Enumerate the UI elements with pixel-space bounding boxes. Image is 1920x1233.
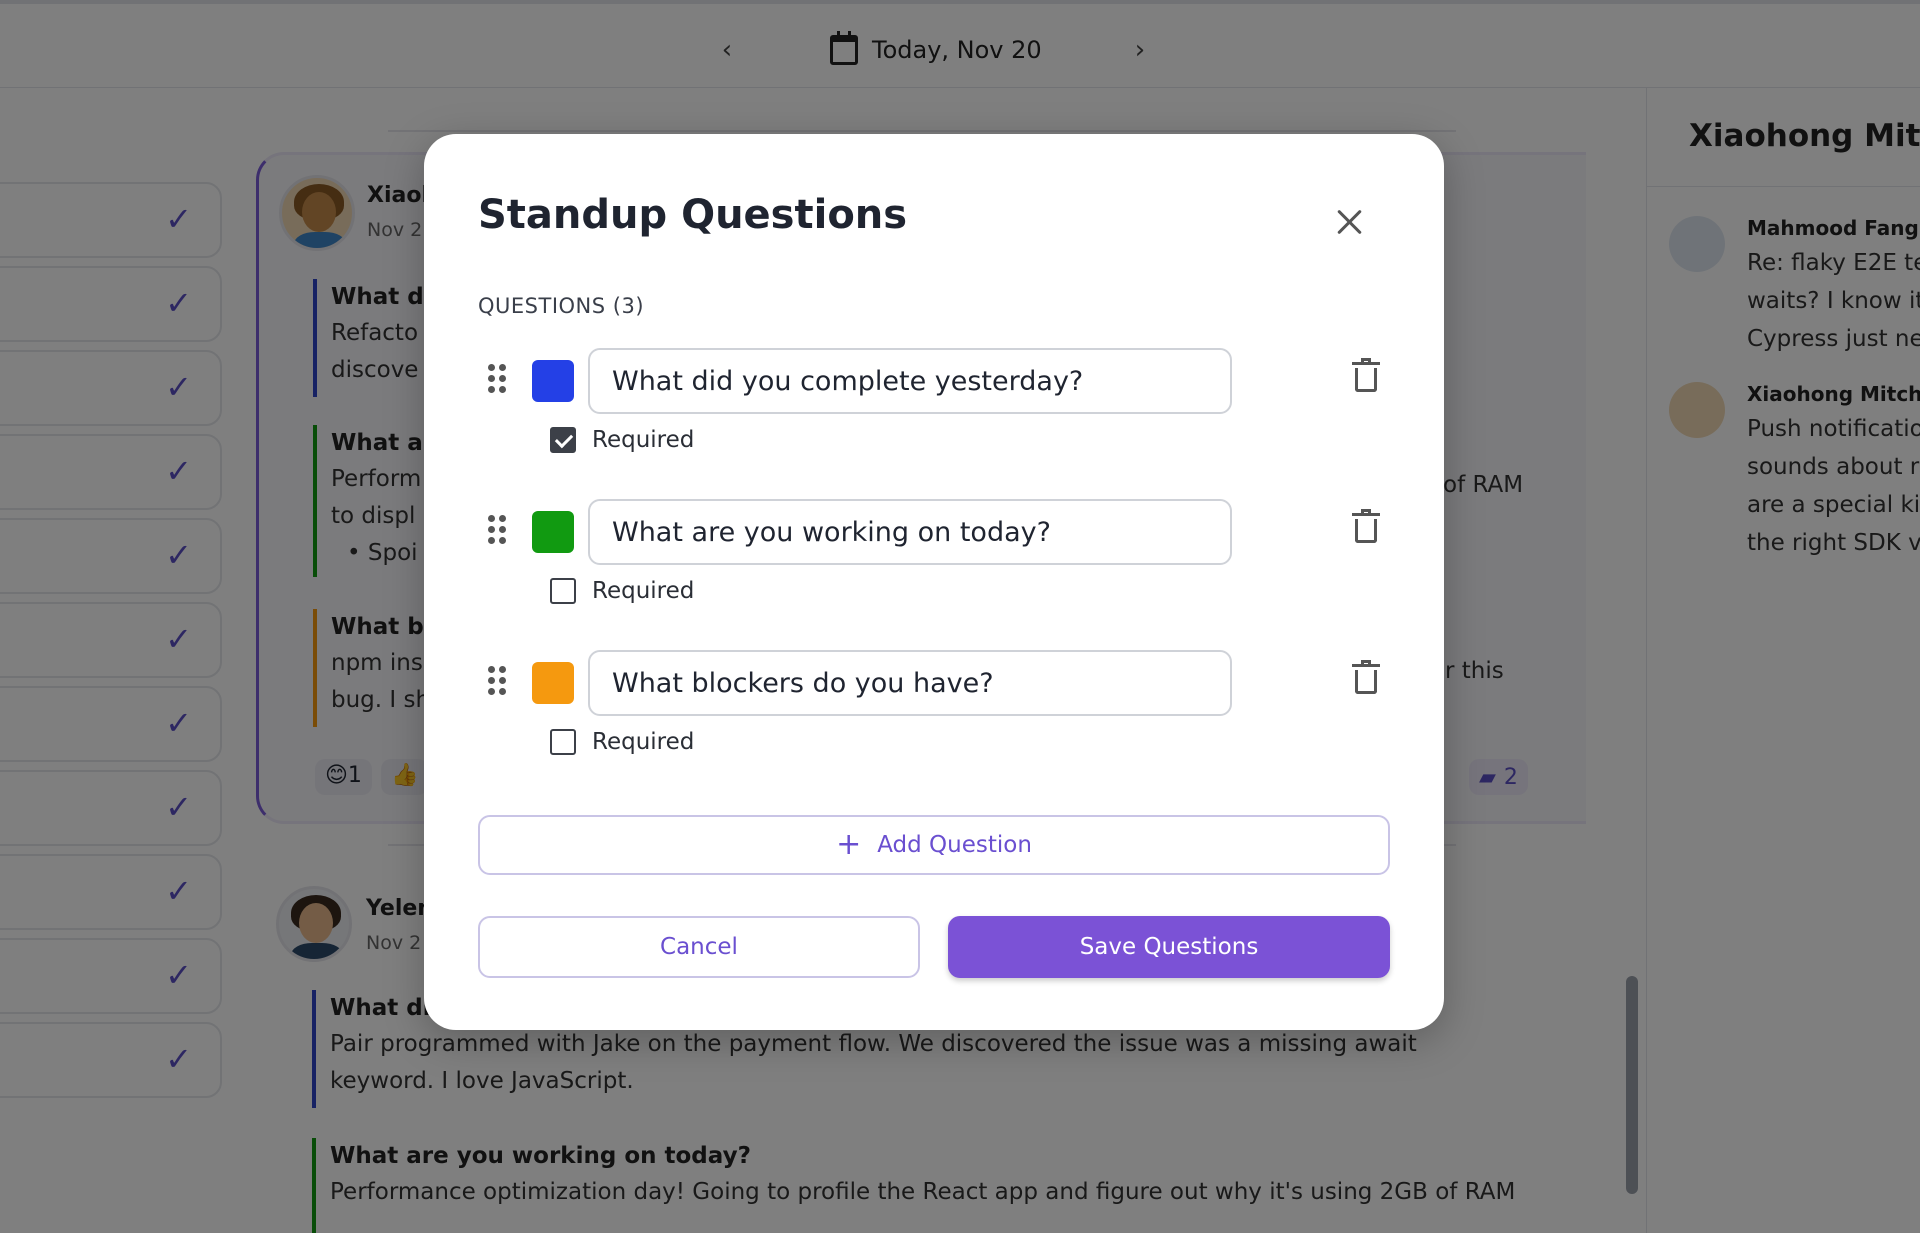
questions-count-label: QUESTIONS (3) <box>478 294 645 318</box>
add-question-button[interactable]: + Add Question <box>478 815 1390 875</box>
drag-handle-icon[interactable] <box>488 515 506 545</box>
required-checkbox[interactable]: Required <box>550 426 694 454</box>
required-checkbox[interactable]: Required <box>550 577 694 605</box>
close-icon[interactable] <box>1330 204 1370 244</box>
add-question-label: Add Question <box>877 832 1032 858</box>
dialog-title: Standup Questions <box>478 192 908 238</box>
question-input[interactable] <box>588 499 1232 565</box>
plus-icon: + <box>836 827 862 862</box>
checkbox[interactable] <box>550 578 576 604</box>
question-input[interactable] <box>588 348 1232 414</box>
color-swatch[interactable] <box>532 662 574 704</box>
drag-handle-icon[interactable] <box>488 364 506 394</box>
color-swatch[interactable] <box>532 360 574 402</box>
trash-icon[interactable] <box>1352 509 1380 545</box>
cancel-button[interactable]: Cancel <box>478 916 920 978</box>
checkbox[interactable] <box>550 729 576 755</box>
trash-icon[interactable] <box>1352 358 1380 394</box>
drag-handle-icon[interactable] <box>488 666 506 696</box>
question-row: Required <box>478 650 1390 760</box>
trash-icon[interactable] <box>1352 660 1380 696</box>
required-checkbox[interactable]: Required <box>550 728 694 756</box>
required-label: Required <box>592 729 695 755</box>
required-label: Required <box>592 578 695 604</box>
question-row: Required <box>478 348 1390 458</box>
save-questions-button[interactable]: Save Questions <box>948 916 1390 978</box>
required-label: Required <box>592 427 695 453</box>
checkbox[interactable] <box>550 427 576 453</box>
color-swatch[interactable] <box>532 511 574 553</box>
question-row: Required <box>478 499 1390 609</box>
standup-questions-dialog: Standup Questions QUESTIONS (3) Required… <box>424 134 1444 1030</box>
question-input[interactable] <box>588 650 1232 716</box>
